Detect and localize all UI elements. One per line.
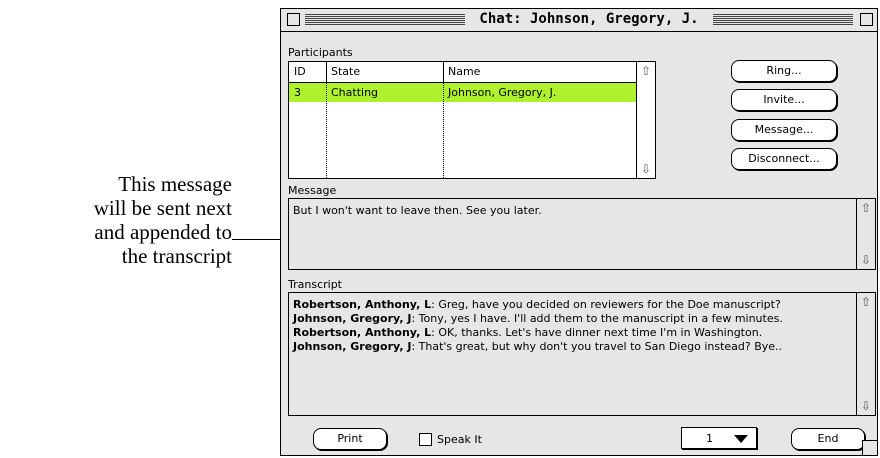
grow-box-icon[interactable]: [862, 440, 877, 455]
popup-triangle-icon: [734, 435, 748, 443]
column-divider: [443, 62, 444, 82]
participant-state: Chatting: [331, 86, 379, 99]
message-button[interactable]: Message...: [731, 119, 837, 141]
chat-window: Chat: Johnson, Gregory, J. Participants …: [280, 8, 878, 456]
scroll-up-arrow-icon[interactable]: ⇧: [637, 64, 655, 78]
column-header-state[interactable]: State: [326, 62, 443, 82]
transcript-label: Transcript: [288, 278, 342, 291]
window-title: Chat: Johnson, Gregory, J.: [467, 11, 711, 27]
transcript-message: : Greg, have you decided on reviewers fo…: [431, 298, 781, 311]
message-text[interactable]: But I won't want to leave then. See you …: [293, 204, 853, 218]
disconnect-button[interactable]: Disconnect...: [731, 148, 837, 170]
speak-it-checkbox[interactable]: [419, 433, 432, 446]
column-divider: [443, 82, 444, 178]
annotation-line: will be sent next: [93, 196, 232, 220]
table-header: ID State Name: [289, 62, 638, 83]
scroll-down-arrow-icon[interactable]: ⇩: [857, 253, 875, 267]
column-header-id[interactable]: ID: [289, 62, 326, 82]
invite-button[interactable]: Invite...: [731, 89, 837, 111]
table-row[interactable]: 3 Chatting Johnson, Gregory, J.: [289, 83, 638, 102]
speak-it-label[interactable]: Speak It: [437, 433, 482, 446]
ring-button[interactable]: Ring...: [731, 60, 837, 82]
title-bar-stripes: [713, 14, 853, 25]
transcript-speaker: Johnson, Gregory, J: [293, 340, 412, 353]
annotation-text: This message will be sent next and appen…: [0, 172, 232, 268]
column-divider: [326, 62, 327, 82]
scroll-down-arrow-icon[interactable]: ⇩: [637, 162, 655, 176]
transcript-text: Robertson, Anthony, L: Greg, have you de…: [293, 298, 853, 354]
title-bar[interactable]: Chat: Johnson, Gregory, J.: [281, 9, 877, 32]
transcript-message: : That's great, but why don't you travel…: [411, 340, 783, 353]
column-divider: [326, 82, 327, 178]
transcript-message: : Tony, yes I have. I'll add them to the…: [411, 312, 783, 325]
scroll-down-arrow-icon[interactable]: ⇩: [857, 399, 875, 413]
scroll-up-arrow-icon[interactable]: ⇧: [857, 201, 875, 215]
zoom-box-icon[interactable]: [860, 13, 873, 26]
close-box-icon[interactable]: [287, 13, 300, 26]
print-button[interactable]: Print: [313, 428, 387, 450]
message-label: Message: [288, 184, 337, 197]
transcript-line: Robertson, Anthony, L: Greg, have you de…: [293, 298, 853, 312]
end-button[interactable]: End: [791, 428, 865, 450]
transcript-line: Robertson, Anthony, L: OK, thanks. Let's…: [293, 326, 853, 340]
transcript-line: Johnson, Gregory, J: Tony, yes I have. I…: [293, 312, 853, 326]
participants-table: ID State Name 3 Chatting Johnson, Gregor…: [288, 61, 656, 179]
annotation-line: the transcript: [121, 244, 232, 268]
transcript-line: Johnson, Gregory, J: That's great, but w…: [293, 340, 853, 354]
scroll-up-arrow-icon[interactable]: ⇧: [857, 295, 875, 309]
popup-value: 1: [706, 432, 713, 445]
transcript-speaker: Robertson, Anthony, L: [293, 326, 432, 339]
annotation-line: and appended to: [94, 220, 232, 244]
transcript-speaker: Johnson, Gregory, J: [293, 312, 412, 325]
message-scrollbar[interactable]: ⇧ ⇩: [856, 199, 875, 269]
column-header-name[interactable]: Name: [443, 62, 638, 82]
participant-id: 3: [294, 86, 301, 99]
transcript-message: : OK, thanks. Let's have dinner next tim…: [431, 326, 763, 339]
transcript-area[interactable]: Robertson, Anthony, L: Greg, have you de…: [288, 292, 876, 416]
message-input[interactable]: But I won't want to leave then. See you …: [288, 198, 876, 270]
title-bar-stripes: [305, 14, 465, 25]
participants-label: Participants: [288, 46, 353, 59]
count-popup-menu[interactable]: 1: [681, 427, 757, 449]
transcript-scrollbar[interactable]: ⇧ ⇩: [856, 293, 875, 415]
participants-scrollbar[interactable]: ⇧ ⇩: [636, 62, 655, 178]
transcript-speaker: Robertson, Anthony, L: [293, 298, 432, 311]
annotation-line: This message: [118, 172, 232, 196]
participant-name: Johnson, Gregory, J.: [448, 86, 557, 99]
